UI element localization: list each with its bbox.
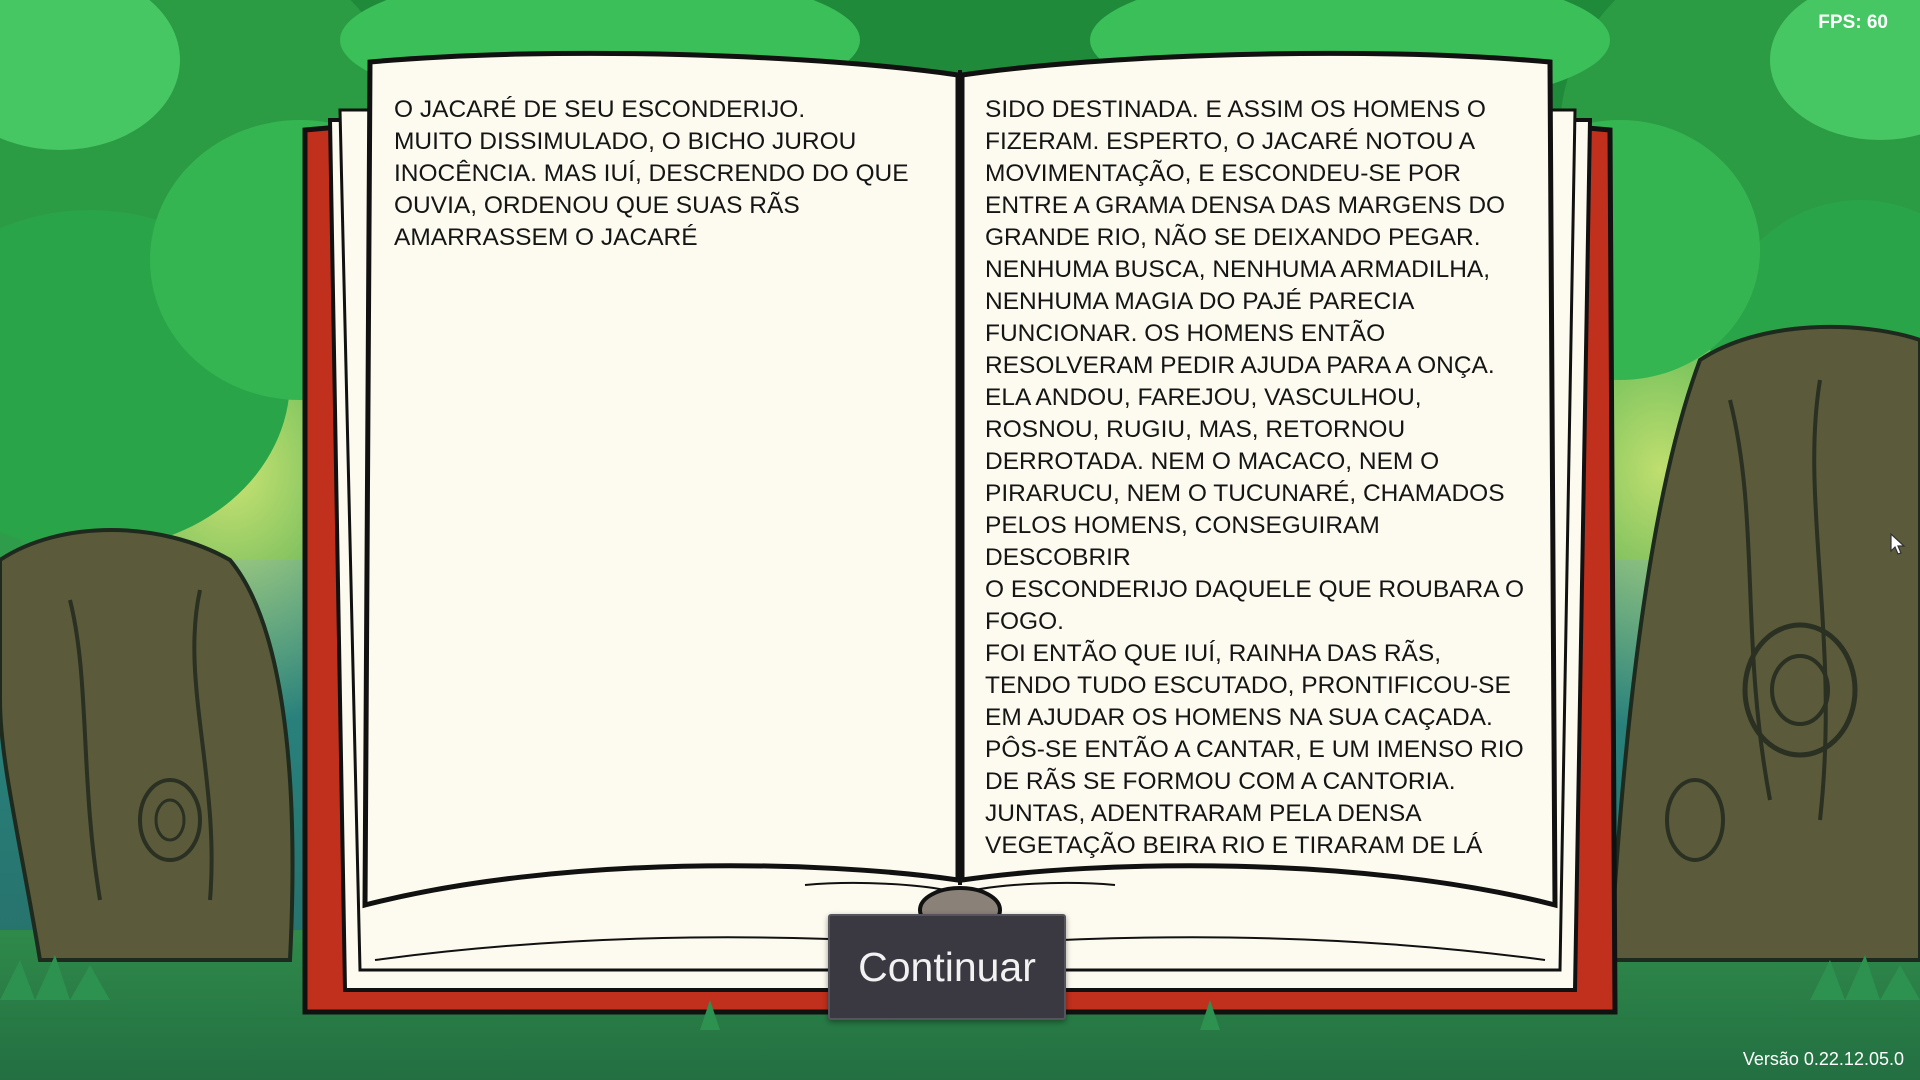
left-page-text: O JACARÉ DE SEU ESCONDERIJO. MUITO DISSI… [394,96,909,251]
game-scene: O JACARÉ DE SEU ESCONDERIJO. MUITO DISSI… [0,0,1920,1080]
continue-button[interactable]: Continuar [828,914,1066,1020]
version-label: Versão 0.22.12.05.0 [1742,1049,1904,1069]
tree-trunk-left [0,528,295,962]
mouse-cursor-icon [1890,533,1906,555]
fps-counter: FPS: 60 [1818,12,1888,33]
right-page-text: SIDO DESTINADA. E ASSIM OS HOMENS O FIZE… [985,96,1525,859]
